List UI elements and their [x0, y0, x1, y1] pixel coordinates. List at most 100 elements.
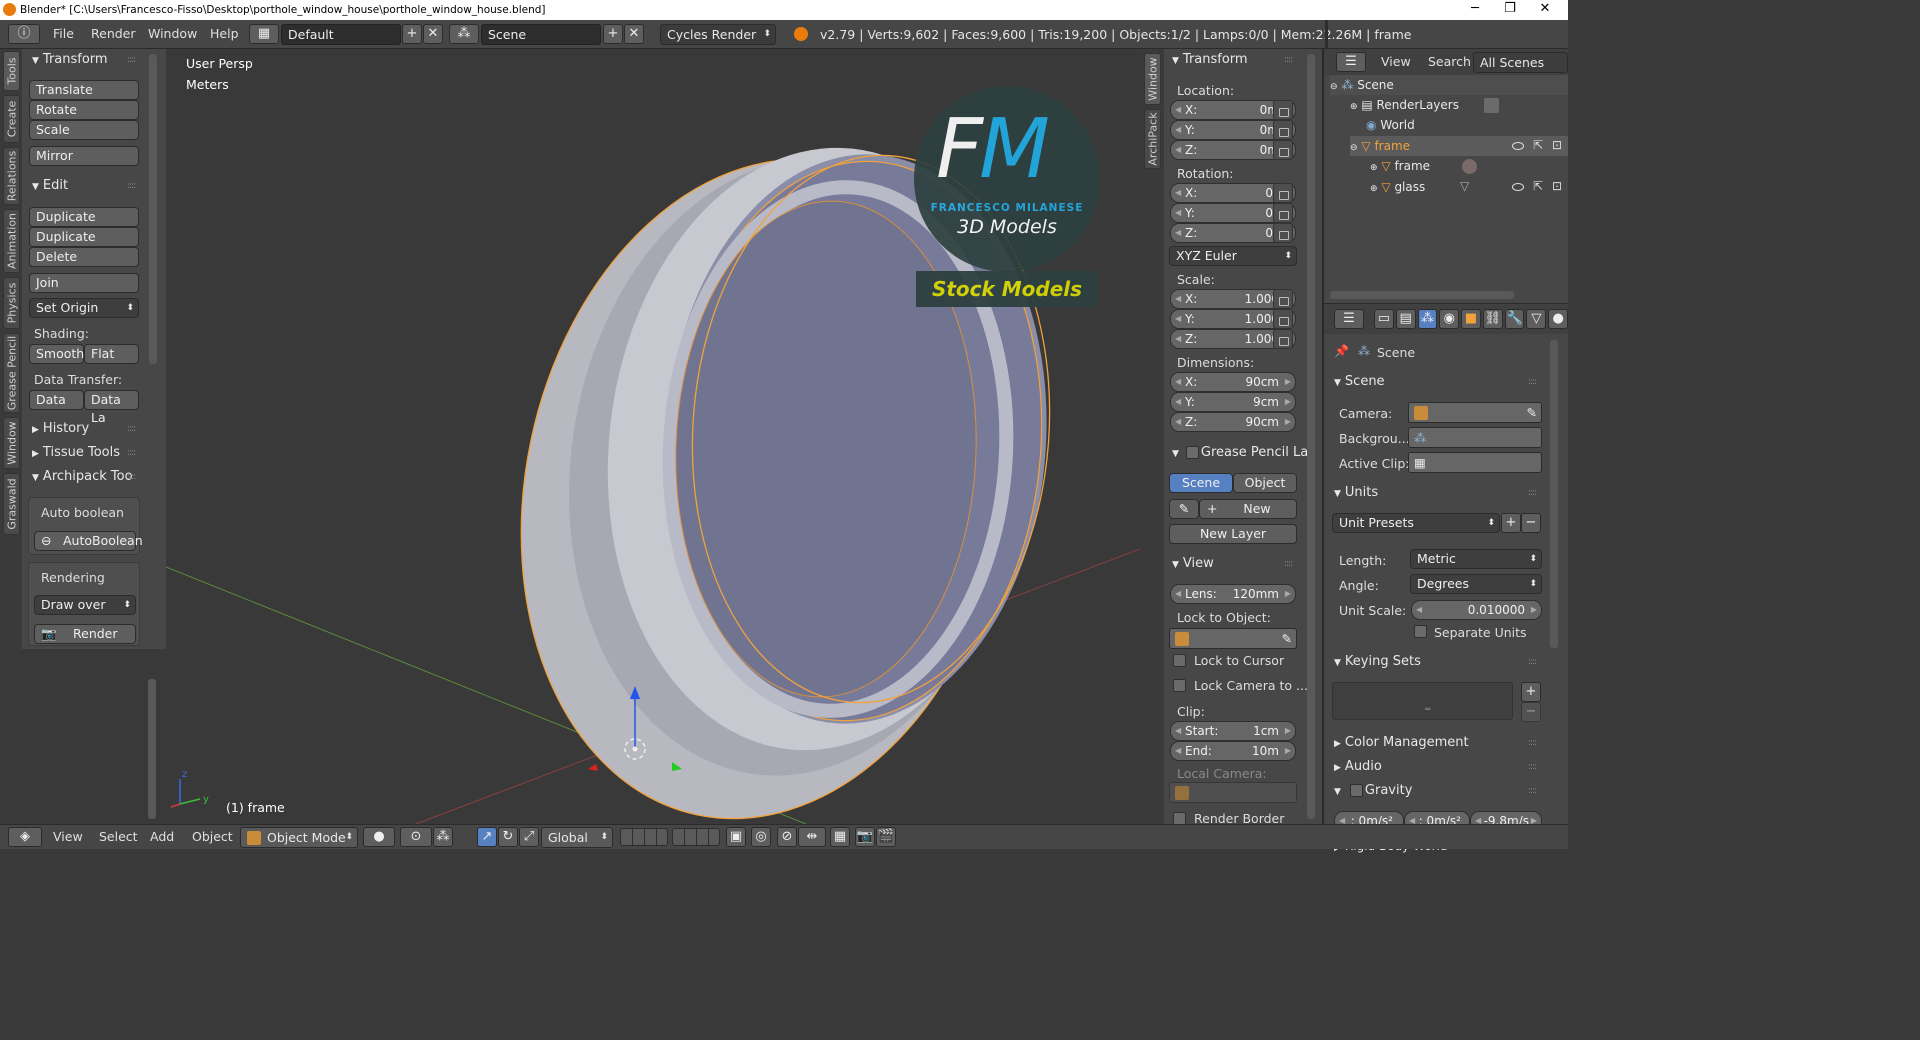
object-tab-icon[interactable]: ■: [1461, 309, 1481, 329]
menu-add[interactable]: Add: [150, 829, 174, 844]
tissue-tools-panel-header[interactable]: ▶ Tissue Tools: [32, 445, 120, 460]
tab-graswald[interactable]: Graswald: [3, 473, 20, 535]
unit-scale-field[interactable]: ◀ 0.010000 ▶: [1411, 600, 1542, 620]
world-tab-icon[interactable]: ◉: [1439, 309, 1460, 329]
duplicate-linked-button[interactable]: Duplicate Linked: [29, 227, 139, 262]
render-animation-icon[interactable]: 🎬: [876, 827, 896, 847]
tab-relations[interactable]: Relations: [3, 147, 20, 205]
lock-rotation-x-icon[interactable]: [1273, 183, 1293, 203]
lock-to-cursor-checkbox[interactable]: [1173, 654, 1186, 667]
shade-flat-button[interactable]: Flat: [84, 344, 139, 364]
drag-grip-icon[interactable]: ::::: [127, 424, 136, 434]
properties-editor-type-icon[interactable]: ☰: [1334, 309, 1364, 329]
visibility-eye-icon[interactable]: [1512, 142, 1524, 150]
outliner-row-glass[interactable]: ⊕ ▽ glass: [1370, 177, 1425, 197]
dimensions-z-field[interactable]: ◀ Z: 90cm ▶: [1170, 412, 1296, 432]
edit-panel-header[interactable]: ▼ Edit: [32, 178, 68, 193]
outliner-row-world[interactable]: ◉ World: [1366, 115, 1415, 135]
lock-location-x-icon[interactable]: [1273, 100, 1293, 120]
duplicate-button[interactable]: Duplicate: [29, 207, 139, 227]
remove-keying-set-icon[interactable]: −: [1521, 702, 1541, 722]
history-panel-header[interactable]: ▶ History: [32, 421, 89, 436]
clip-start-field[interactable]: ◀ Start: 1cm ▶: [1170, 721, 1296, 741]
dimensions-x-field[interactable]: ◀ X: 90cm ▶: [1170, 372, 1296, 392]
lock-rotation-y-icon[interactable]: [1273, 203, 1293, 223]
menu-select[interactable]: Select: [99, 829, 138, 844]
data-transfer-layout-button[interactable]: Data La: [84, 390, 139, 425]
menu-object[interactable]: Object: [192, 829, 233, 844]
render-camera-icon[interactable]: ⊡: [1552, 138, 1562, 152]
menu-window[interactable]: Window: [148, 26, 197, 41]
toolshelf-scrollbar[interactable]: [149, 54, 157, 364]
gp-scene-toggle[interactable]: Scene: [1169, 473, 1233, 493]
menu-file[interactable]: File: [53, 26, 74, 41]
active-clip-field[interactable]: ▦: [1408, 452, 1542, 473]
outliner-view-menu[interactable]: View: [1381, 54, 1411, 69]
resize-handle-icon[interactable]: ═: [1425, 705, 1430, 715]
eyedropper-icon[interactable]: ✎: [1527, 403, 1537, 422]
render-engine-select[interactable]: Cycles Render ⬍: [660, 24, 776, 45]
outliner-editor-type-icon[interactable]: ☰: [1336, 52, 1366, 72]
separate-units-checkbox[interactable]: [1414, 625, 1427, 638]
audio-panel-header[interactable]: ▶ Audio: [1334, 759, 1382, 774]
render-tab-icon[interactable]: ▭: [1374, 309, 1394, 329]
mirror-button[interactable]: Mirror: [29, 146, 139, 166]
viewport-shading-icon[interactable]: ●: [363, 827, 395, 847]
outliner-row-frame-mesh[interactable]: ⊕ ▽ frame: [1370, 156, 1430, 176]
tab-animation[interactable]: Animation: [3, 209, 20, 273]
mesh-data-icon[interactable]: ▽: [1460, 179, 1469, 193]
outliner-row-renderlayers[interactable]: ⊕ ▤ RenderLayers: [1350, 95, 1459, 115]
material-icon[interactable]: [1462, 159, 1477, 174]
lock-scale-x-icon[interactable]: [1273, 289, 1293, 309]
3d-viewport[interactable]: User Persp Meters z y (1) frame FM FRANC…: [166, 49, 1140, 824]
render-camera-icon[interactable]: ⊡: [1552, 179, 1562, 193]
length-unit-select[interactable]: Metric ⬍: [1410, 549, 1542, 569]
select-cursor-icon[interactable]: ⇱: [1533, 179, 1543, 193]
rotate-manipulator-icon[interactable]: ↻: [498, 827, 518, 847]
close-button[interactable]: ✕: [1522, 0, 1568, 20]
render-image-icon[interactable]: 📷: [855, 827, 875, 847]
drag-grip-icon[interactable]: ::::: [1528, 762, 1537, 772]
select-cursor-icon[interactable]: ⇱: [1533, 138, 1543, 152]
lock-scale-y-icon[interactable]: [1273, 309, 1293, 329]
unit-presets-menu[interactable]: Unit Presets ⬍: [1332, 513, 1500, 533]
tab-create[interactable]: Create: [3, 95, 20, 143]
menu-view[interactable]: View: [53, 829, 83, 844]
layout-browse-icon[interactable]: ▦: [249, 24, 279, 44]
lock-camera-layers-icon[interactable]: ▣: [726, 827, 746, 847]
menu-help[interactable]: Help: [210, 26, 239, 41]
shade-smooth-button[interactable]: Smooth: [29, 344, 84, 364]
drag-grip-icon[interactable]: ::::: [127, 472, 136, 482]
opengl-render-icon[interactable]: ▦: [830, 827, 850, 847]
rotate-button[interactable]: Rotate: [29, 100, 139, 120]
transform-panel-header[interactable]: ▼ Transform: [32, 52, 108, 67]
keying-sets-panel-header[interactable]: ▼ Keying Sets: [1334, 654, 1421, 669]
add-scene-icon[interactable]: +: [603, 24, 623, 44]
constraints-tab-icon[interactable]: ⛓: [1482, 309, 1503, 329]
scene-panel-header[interactable]: ▼ Scene: [1334, 374, 1385, 389]
outliner-display-mode-select[interactable]: All Scenes: [1473, 52, 1568, 73]
join-button[interactable]: Join: [29, 273, 139, 293]
lock-rotation-z-icon[interactable]: [1273, 223, 1293, 243]
scale-button[interactable]: Scale: [29, 120, 139, 140]
keying-sets-list[interactable]: ═: [1332, 682, 1513, 720]
translate-button[interactable]: Translate: [29, 80, 139, 100]
eyedropper-icon[interactable]: ✎: [1282, 629, 1292, 648]
drag-grip-icon[interactable]: ::::: [1528, 786, 1537, 796]
set-origin-menu[interactable]: Set Origin ⬍: [29, 298, 139, 318]
dimensions-y-field[interactable]: ◀ Y: 9cm ▶: [1170, 392, 1296, 412]
properties-scrollbar[interactable]: [1550, 340, 1558, 648]
drag-grip-icon[interactable]: ::::: [127, 181, 136, 191]
gp-pencil-icon[interactable]: ✎: [1169, 499, 1199, 519]
rotation-mode-select[interactable]: XYZ Euler ⬍: [1169, 246, 1297, 266]
remove-scene-icon[interactable]: ✕: [624, 24, 644, 44]
grease-pencil-checkbox[interactable]: [1186, 446, 1199, 459]
local-camera-field[interactable]: [1169, 782, 1297, 803]
tab-archipack[interactable]: ArchiPack: [1144, 109, 1161, 169]
color-management-panel-header[interactable]: ▶ Color Management: [1334, 735, 1469, 750]
visibility-eye-icon[interactable]: [1512, 183, 1524, 191]
drag-grip-icon[interactable]: ::::: [1284, 55, 1293, 65]
drag-grip-icon[interactable]: ::::: [127, 55, 136, 65]
3d-view-editor-type-icon[interactable]: ◈: [8, 827, 42, 847]
drag-grip-icon[interactable]: ::::: [1528, 738, 1537, 748]
